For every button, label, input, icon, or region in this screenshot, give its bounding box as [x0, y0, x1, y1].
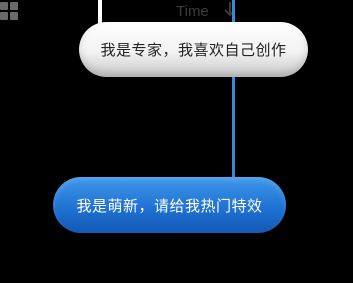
header-title: Time — [176, 3, 209, 20]
grid-menu-icon[interactable] — [0, 2, 20, 22]
newbie-option-label: 我是萌新，请给我热门特效 — [76, 196, 263, 215]
sort-down-arrow-icon[interactable] — [221, 0, 239, 20]
expert-option-button[interactable]: 我是专家，我喜欢自己创作 — [79, 22, 308, 77]
newbie-option-button[interactable]: 我是萌新，请给我热门特效 — [53, 177, 286, 233]
expert-option-label: 我是专家，我喜欢自己创作 — [100, 41, 287, 59]
